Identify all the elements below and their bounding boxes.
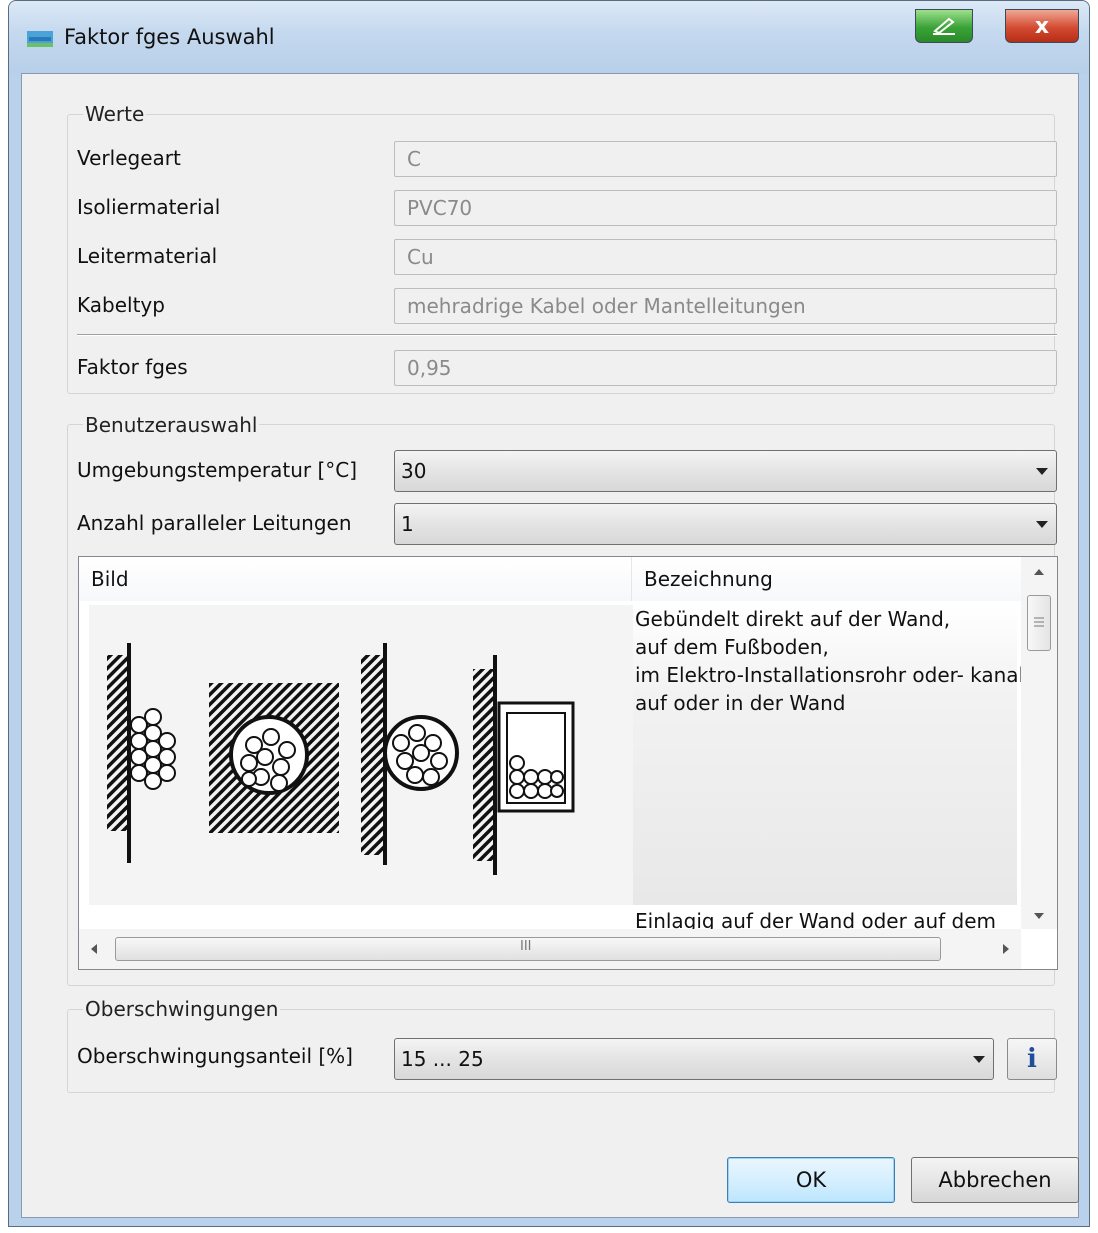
ok-button[interactable]: OK (727, 1157, 895, 1203)
temperatur-value: 30 (401, 459, 427, 483)
werte-separator (77, 334, 1057, 336)
close-icon: x (1034, 13, 1050, 39)
scroll-down-icon[interactable] (1034, 913, 1044, 919)
oberschwingungen-group-title: Oberschwingungen (83, 997, 281, 1021)
temperatur-combo[interactable]: 30 (394, 450, 1057, 492)
parallel-value: 1 (401, 512, 414, 536)
grip-icon: III (520, 939, 532, 954)
oberschwingungsanteil-combo[interactable]: 15 ... 25 (394, 1038, 994, 1080)
grip-icon (1034, 617, 1044, 627)
tool-button[interactable] (915, 9, 973, 43)
verlegeart-label: Verlegeart (77, 146, 181, 170)
description-line: Gebündelt direkt auf der Wand, (635, 607, 951, 631)
description-line: auf dem Fußboden, (635, 635, 829, 659)
scroll-up-icon[interactable] (1034, 569, 1044, 575)
table-row-image[interactable] (89, 605, 633, 905)
kabeltyp-label: Kabeltyp (77, 293, 165, 317)
app-icon (27, 31, 53, 47)
scroll-left-icon[interactable] (91, 944, 97, 954)
vertical-scrollbar[interactable] (1021, 557, 1057, 929)
cancel-button[interactable]: Abbrechen (911, 1157, 1079, 1203)
column-header-bezeichnung[interactable]: Bezeichnung (632, 557, 1021, 601)
info-icon: i (1027, 1044, 1037, 1074)
oberschwingungsanteil-value: 15 ... 25 (401, 1047, 484, 1071)
chevron-down-icon (1036, 468, 1048, 475)
kabeltyp-field: mehradrige Kabel oder Mantelleitungen (394, 288, 1057, 324)
description-line: auf oder in der Wand (635, 691, 846, 715)
pencil-icon (933, 17, 955, 35)
dialog-client-area: Werte Verlegeart C Isoliermaterial PVC70… (21, 73, 1079, 1218)
column-header-bild[interactable]: Bild (79, 557, 631, 601)
installation-method-image (107, 643, 575, 875)
description-line: im Elektro-Installationsrohr oder- kanal (635, 663, 1025, 687)
temperatur-label: Umgebungstemperatur [°C] (77, 458, 358, 482)
dialog-window: Faktor fges Auswahl x Werte Verlegeart C… (8, 0, 1090, 1227)
scroll-right-icon[interactable] (1003, 944, 1009, 954)
faktor-label: Faktor fges (77, 355, 188, 379)
faktor-field: 0,95 (394, 350, 1057, 386)
chevron-down-icon (973, 1056, 985, 1063)
close-button[interactable]: x (1005, 9, 1079, 43)
leitermaterial-field: Cu (394, 239, 1057, 275)
table-row-description[interactable]: Gebündelt direkt auf der Wand, auf dem F… (633, 605, 1025, 905)
chevron-down-icon (1036, 521, 1048, 528)
leitermaterial-label: Leitermaterial (77, 244, 218, 268)
vertical-scroll-thumb[interactable] (1027, 595, 1051, 651)
verlegeart-field: C (394, 141, 1057, 177)
isoliermaterial-field: PVC70 (394, 190, 1057, 226)
parallel-combo[interactable]: 1 (394, 503, 1057, 545)
verlegeart-table[interactable]: Bild Bezeichnung Gebündelt direkt auf de… (78, 556, 1058, 970)
benutzerauswahl-group-title: Benutzerauswahl (83, 413, 260, 437)
horizontal-scroll-thumb[interactable]: III (115, 937, 941, 961)
title-bar[interactable]: Faktor fges Auswahl x (9, 1, 1089, 73)
info-button[interactable]: i (1007, 1038, 1057, 1080)
parallel-label: Anzahl paralleler Leitungen (77, 511, 352, 535)
oberschwingungsanteil-label: Oberschwingungsanteil [%] (77, 1044, 353, 1068)
isoliermaterial-label: Isoliermaterial (77, 195, 221, 219)
werte-group-title: Werte (83, 102, 147, 126)
window-title: Faktor fges Auswahl (64, 25, 275, 49)
horizontal-scrollbar[interactable]: III (79, 929, 1021, 969)
